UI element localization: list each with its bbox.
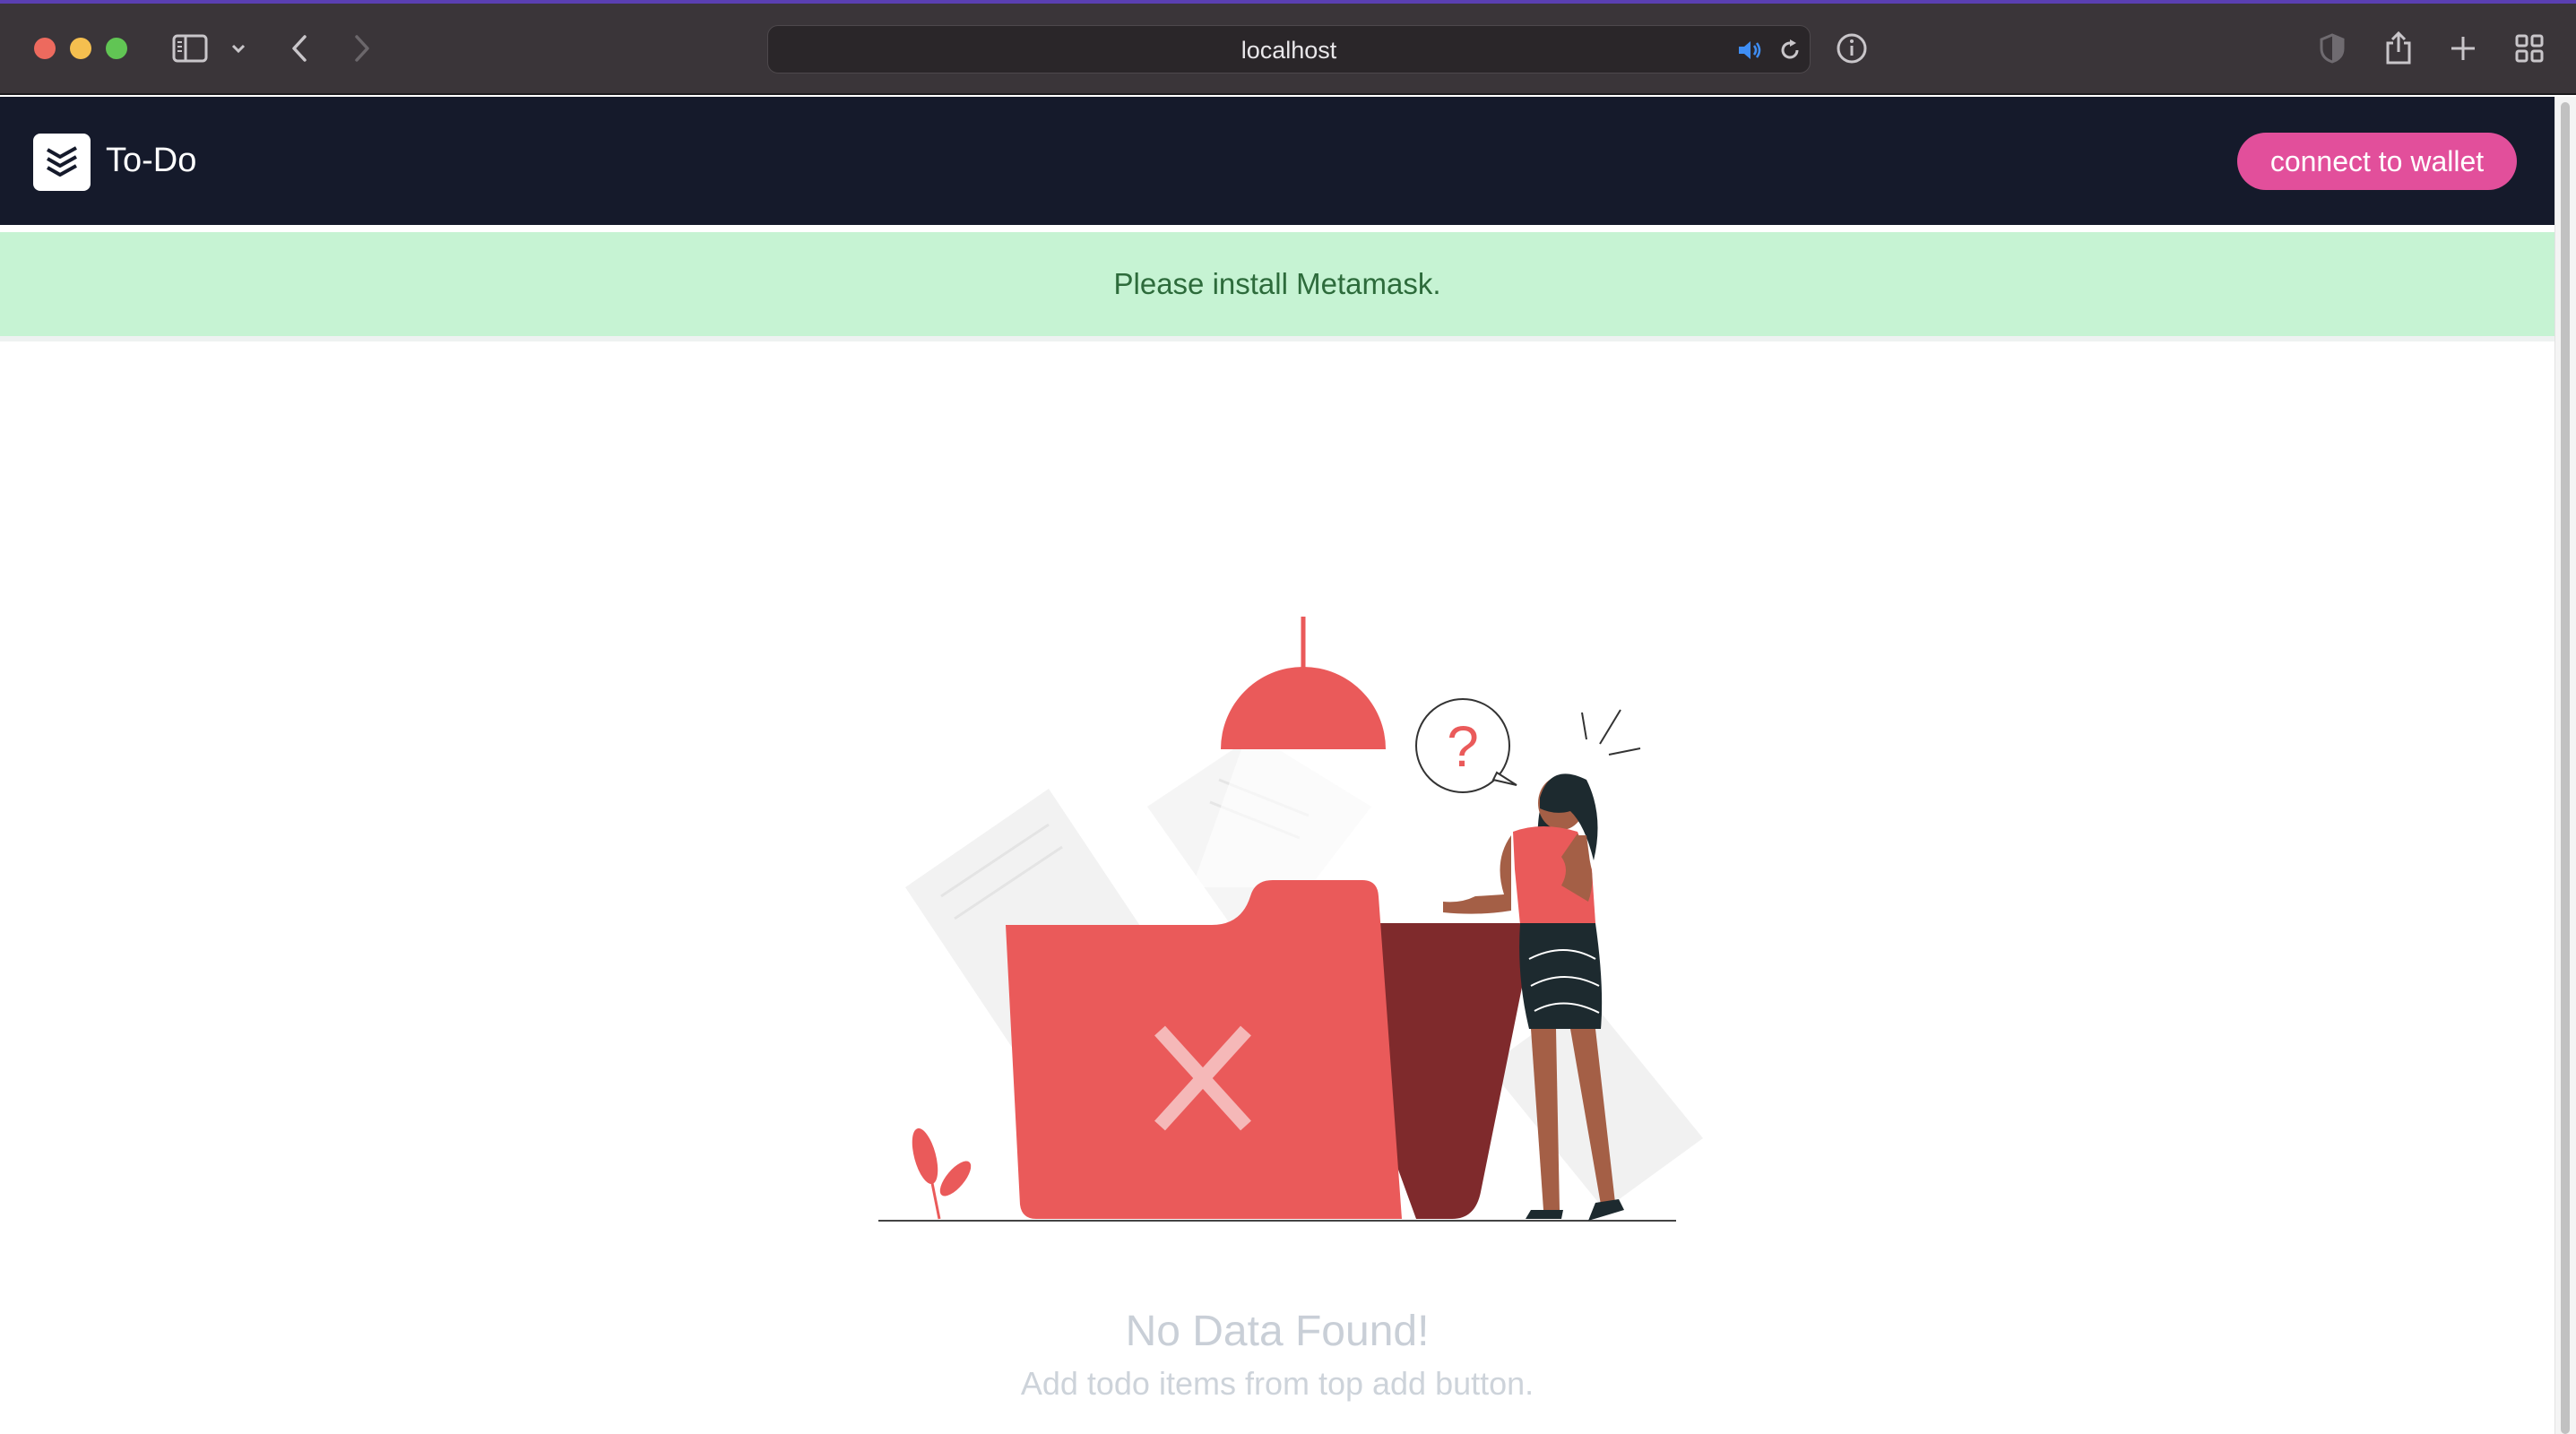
svg-text:?: ? — [1447, 714, 1479, 779]
url-text: localhost — [1240, 37, 1337, 64]
app-title: To-Do — [106, 142, 197, 179]
minimize-window-button[interactable] — [70, 38, 91, 59]
speaker-icon[interactable] — [1736, 36, 1765, 65]
reload-icon[interactable] — [1776, 36, 1804, 65]
empty-folder-illustration: ? — [878, 617, 1703, 1222]
browser-toolbar: localhost — [0, 0, 2576, 95]
alert-divider — [0, 336, 2554, 341]
scrollbar-thumb[interactable] — [2561, 102, 2570, 1434]
new-tab-button[interactable] — [2442, 27, 2485, 70]
privacy-report-button[interactable] — [2311, 27, 2354, 70]
sidebar-toggle-button[interactable] — [169, 27, 212, 70]
sidebar-icon — [172, 34, 208, 63]
forward-button[interactable] — [341, 27, 384, 70]
window-top-border — [0, 0, 2576, 4]
todo-logo-icon — [47, 146, 77, 177]
zoom-window-button[interactable] — [106, 38, 127, 59]
page-info-button[interactable] — [1830, 27, 1873, 70]
info-icon — [1837, 33, 1867, 64]
shield-icon — [2320, 33, 2345, 64]
app-header: To-Do connect to wallet — [0, 97, 2554, 225]
new-tab-icon — [2451, 37, 2475, 60]
empty-state-subtitle: Add todo items from top add button. — [1020, 1365, 1534, 1402]
metamask-alert: Please install Metamask. — [0, 232, 2554, 336]
share-button[interactable] — [2377, 27, 2420, 70]
alert-message: Please install Metamask. — [1113, 267, 1441, 300]
close-window-button[interactable] — [34, 38, 56, 59]
back-button[interactable] — [278, 27, 321, 70]
back-icon — [292, 35, 307, 62]
chevron-down-icon — [231, 44, 246, 54]
empty-state-title: No Data Found! — [1125, 1308, 1430, 1355]
forward-icon — [355, 35, 369, 62]
connect-wallet-button[interactable]: connect to wallet — [2237, 133, 2517, 190]
tab-group-menu-button[interactable] — [217, 27, 260, 70]
tab-overview-button[interactable] — [2508, 27, 2551, 70]
address-bar[interactable]: localhost — [767, 25, 1811, 73]
share-icon — [2386, 30, 2411, 65]
app-logo[interactable] — [33, 134, 91, 191]
tab-overview-icon — [2515, 34, 2544, 63]
